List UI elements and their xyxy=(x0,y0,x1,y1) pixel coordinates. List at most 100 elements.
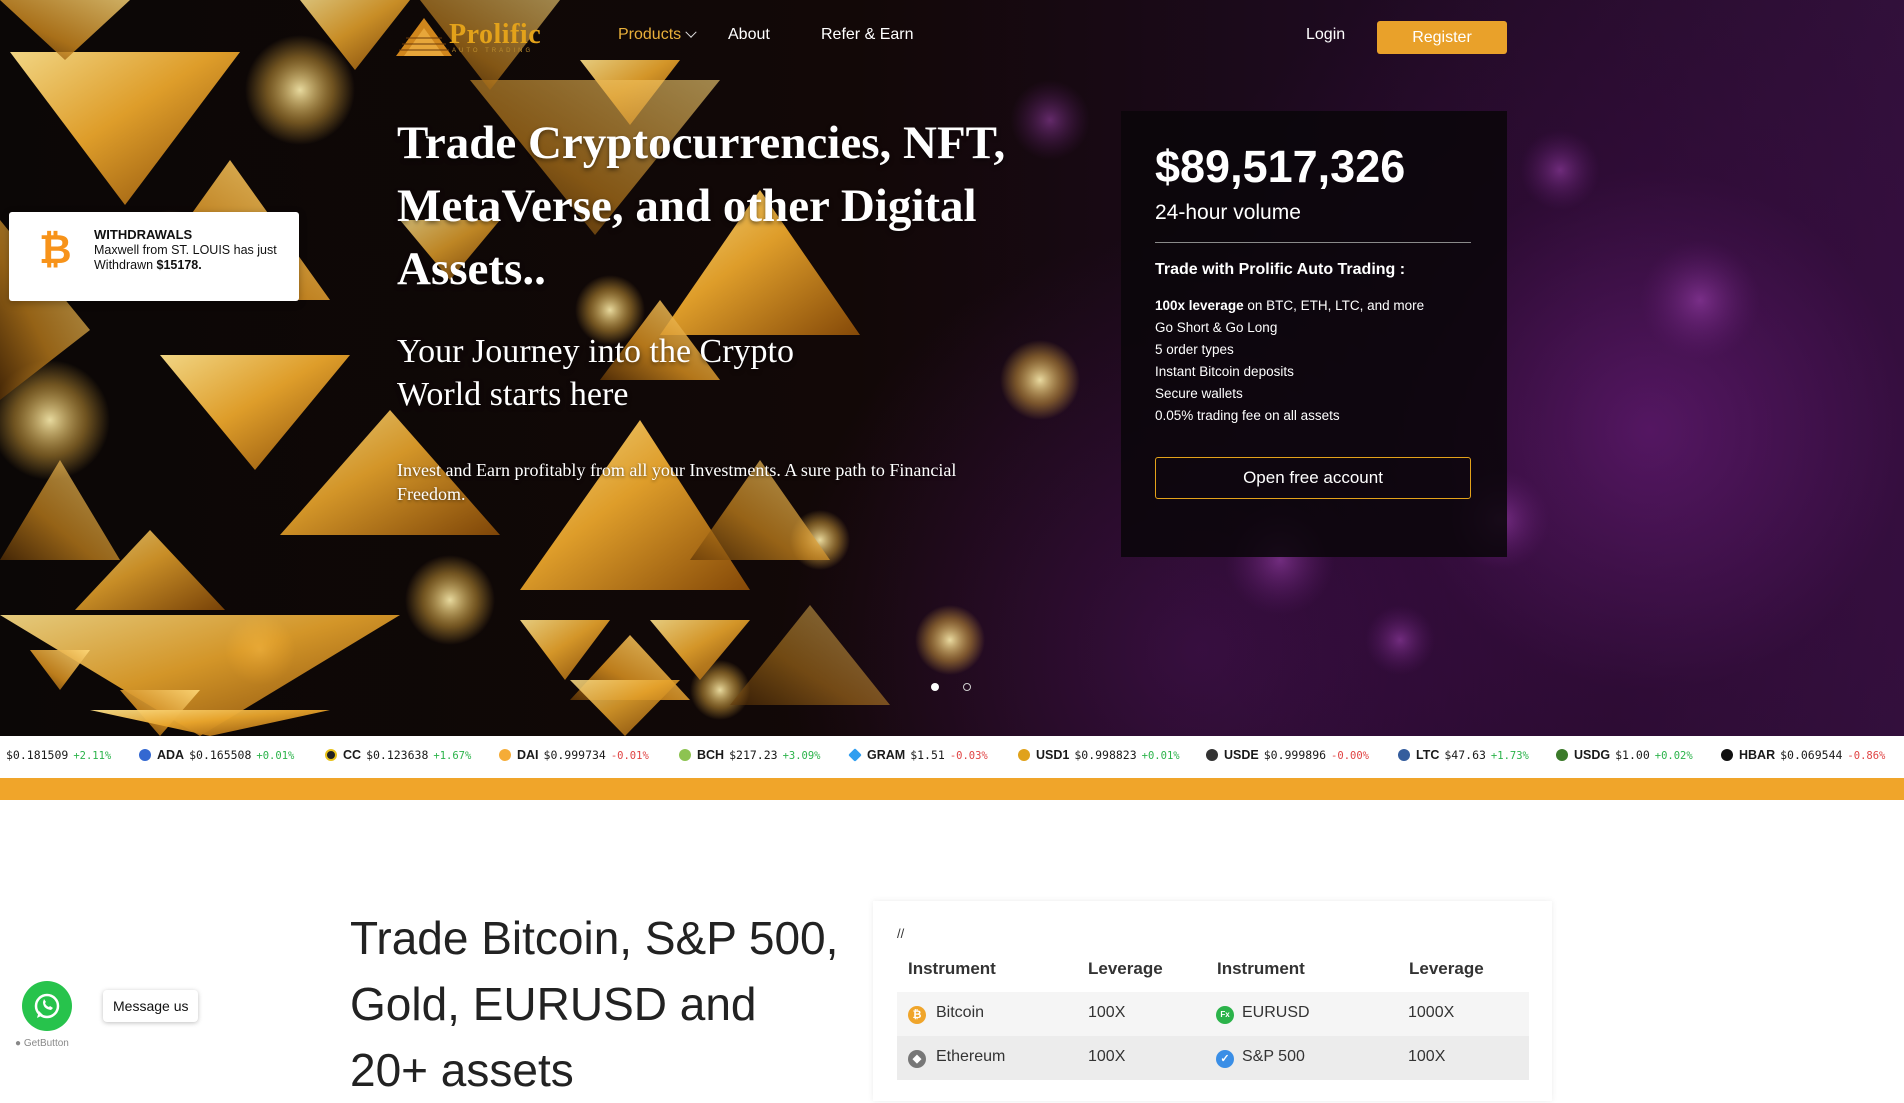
orange-divider-bar xyxy=(0,778,1904,800)
ticker-symbol: USD1 xyxy=(1036,748,1070,762)
ticker-change: +0.01% xyxy=(256,750,295,762)
table-header-leverage: Leverage xyxy=(1409,959,1484,978)
ticker-price: $0.998823 xyxy=(1074,748,1137,762)
ticker-price: $0.999734 xyxy=(543,748,606,762)
hero-background-art xyxy=(0,0,1760,736)
table-header-instrument: Instrument xyxy=(1217,959,1305,978)
ticker-item[interactable]: DAI $0.999734 -0.01% xyxy=(499,748,649,762)
sp500-icon: ✓ xyxy=(1216,1050,1234,1068)
logo-text[interactable]: Prolific xyxy=(449,19,541,51)
ticker-change: +0.01% xyxy=(1141,750,1180,762)
ticker-price: $217.23 xyxy=(729,748,778,762)
carousel-dot-2[interactable] xyxy=(963,683,971,691)
message-us-label[interactable]: Message us xyxy=(103,990,199,1022)
withdrawal-text: Maxwell from ST. LOUIS has just Withdraw… xyxy=(94,243,284,273)
ticker-item[interactable]: LTC $47.63 +1.73% xyxy=(1398,748,1529,762)
table-cell: Bitcoin xyxy=(936,1004,985,1021)
ticker-price: $0.069544 xyxy=(1780,748,1843,762)
ticker-symbol: USDG xyxy=(1574,748,1611,762)
register-button[interactable]: Register xyxy=(1377,21,1507,54)
volume-card-title: Trade with Prolific Auto Trading : xyxy=(1155,261,1406,278)
withdrawal-title: WITHDRAWALS xyxy=(94,227,193,242)
whatsapp-chat-button[interactable] xyxy=(22,981,72,1031)
table-cell: S&P 500 xyxy=(1242,1048,1305,1065)
bitcoin-cash-icon xyxy=(679,749,691,761)
ticker-symbol: HBAR xyxy=(1739,748,1776,762)
top-nav: Prolific AUTO TRADING Products About Ref… xyxy=(0,0,1904,72)
ticker-symbol: ADA xyxy=(157,748,185,762)
table-row: ◆ Ethereum 100X ✓ S&P 500 100X xyxy=(897,1036,1529,1080)
hero-description: Invest and Earn profitably from all your… xyxy=(397,460,957,504)
open-free-account-button[interactable]: Open free account xyxy=(1155,457,1471,499)
table-slash: // xyxy=(897,926,905,941)
ticker-symbol: BCH xyxy=(697,748,725,762)
dai-icon xyxy=(499,749,511,761)
ticker-item[interactable]: USD1 $0.998823 +0.01% xyxy=(1018,748,1180,762)
divider xyxy=(1155,242,1471,243)
table-cell: 100X xyxy=(1408,1048,1446,1065)
getbutton-credit[interactable]: ● GetButton xyxy=(15,1038,69,1049)
getbutton-text: GetButton xyxy=(23,1038,69,1049)
feature-item: Secure wallets xyxy=(1155,386,1243,401)
feature-bold: 100x leverage xyxy=(1155,298,1244,313)
ticker-price: $0.999896 xyxy=(1263,748,1327,762)
litecoin-icon xyxy=(1398,749,1410,761)
withdrawal-amount: $15178. xyxy=(156,258,202,272)
ticker-item[interactable]: CC $0.123638 +1.67% xyxy=(325,748,471,762)
ticker-item[interactable]: USDG $1.00 +0.02% xyxy=(1556,748,1693,762)
carousel-dot-1[interactable] xyxy=(931,683,939,691)
hero-headline: Trade Cryptocurrencies, NFT, MetaVerse, … xyxy=(397,117,1006,295)
ticker-item[interactable]: $0.181509 +2.11% xyxy=(6,748,111,762)
whatsapp-icon xyxy=(34,993,60,1019)
leverage-table: // Instrument Leverage Instrument Levera… xyxy=(873,901,1552,1101)
ticker-symbol: GRAM xyxy=(867,748,906,762)
ticker-change: -0.03% xyxy=(949,750,988,762)
bitcoin-icon: ₿ xyxy=(908,1006,926,1024)
hbar-icon xyxy=(1721,749,1733,761)
feature-item: Instant Bitcoin deposits xyxy=(1155,364,1294,379)
ticker-change: +2.11% xyxy=(73,750,112,762)
ticker-item[interactable]: ADA $0.165508 +0.01% xyxy=(139,748,294,762)
nav-about[interactable]: About xyxy=(728,26,770,44)
nav-products-label: Products xyxy=(618,26,682,43)
nav-products[interactable]: Products xyxy=(618,26,697,44)
ticker-item[interactable]: BCH $217.23 +3.09% xyxy=(679,748,821,762)
ticker-change: -0.86% xyxy=(1847,750,1886,762)
table-cell: 100X xyxy=(1088,1048,1126,1065)
price-ticker: $0.181509 +2.11% ADA $0.165508 +0.01% CC $0.… xyxy=(0,736,1904,774)
ticker-price: $1.00 xyxy=(1615,748,1650,762)
ticker-change: +1.73% xyxy=(1490,750,1529,762)
ticker-price: $0.181509 xyxy=(6,748,69,762)
table-cell: 1000X xyxy=(1408,1004,1455,1021)
chevron-down-icon xyxy=(685,26,697,38)
feature-item: 0.05% trading fee on all assets xyxy=(1155,408,1340,423)
table-cell: Ethereum xyxy=(936,1048,1006,1065)
ticker-price: $0.165508 xyxy=(189,748,252,762)
feature-item: Go Short & Go Long xyxy=(1155,320,1278,335)
table-cell: EURUSD xyxy=(1242,1004,1310,1021)
gram-icon xyxy=(848,748,862,762)
ticker-symbol: LTC xyxy=(1416,748,1440,762)
bitcoin-icon: ₿ xyxy=(39,228,72,272)
ticker-symbol: DAI xyxy=(517,748,539,762)
usdg-icon xyxy=(1556,749,1568,761)
ticker-price: $47.63 xyxy=(1444,748,1486,762)
cardano-icon xyxy=(139,749,151,761)
ticker-item[interactable]: USDE $0.999896 -0.00% xyxy=(1206,748,1369,762)
table-row: ₿ Bitcoin 100X Fx EURUSD 1000X xyxy=(897,992,1529,1036)
table-header-leverage: Leverage xyxy=(1088,959,1163,978)
nav-login[interactable]: Login xyxy=(1306,26,1345,44)
ticker-item[interactable]: GRAM $1.51 -0.03% xyxy=(848,748,988,762)
ticker-change: +3.09% xyxy=(782,750,821,762)
feature-item: 5 order types xyxy=(1155,342,1234,357)
table-cell: 100X xyxy=(1088,1004,1126,1021)
nav-refer-earn[interactable]: Refer & Earn xyxy=(821,26,913,44)
ticker-price: $0.123638 xyxy=(366,748,429,762)
usde-icon xyxy=(1206,749,1218,761)
hero-section: Prolific AUTO TRADING Products About Ref… xyxy=(0,0,1904,736)
forex-icon: Fx xyxy=(1216,1006,1234,1024)
ethereum-icon: ◆ xyxy=(908,1050,926,1068)
ticker-symbol: USDE xyxy=(1224,748,1259,762)
section-heading: Trade Bitcoin, S&P 500, Gold, EURUSD and… xyxy=(350,912,839,1096)
ticker-item[interactable]: HBAR $0.069544 -0.86% xyxy=(1721,748,1885,762)
